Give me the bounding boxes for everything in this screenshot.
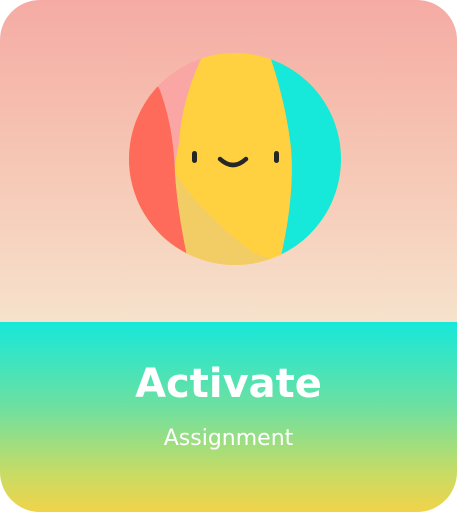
card-footer-background	[0, 322, 457, 512]
ball-right-eye	[274, 151, 279, 163]
smiling-beach-ball-icon	[129, 53, 341, 265]
activate-assignment-card[interactable]: Activate Assignment	[0, 0, 457, 512]
card-title: Activate	[135, 361, 322, 407]
card-header-background	[0, 0, 457, 322]
ball-left-eye	[192, 151, 197, 163]
card-subtitle: Assignment	[163, 426, 294, 451]
